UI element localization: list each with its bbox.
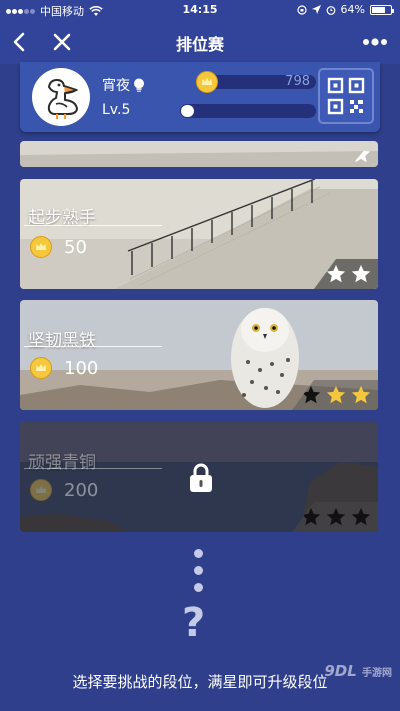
crown-coin-icon (196, 71, 218, 93)
lock-icon (190, 463, 212, 492)
crown-coin-icon (30, 236, 52, 258)
coin-value: 798 (285, 74, 310, 89)
crown-coin-icon (30, 357, 52, 379)
coin-bar: 798 (208, 75, 316, 89)
star-icon (351, 264, 371, 283)
rank-title: 顽强青铜 (28, 453, 96, 473)
star-empty-icon (351, 507, 371, 526)
level-label: Lv.5 (102, 102, 131, 118)
alarm-icon (326, 5, 335, 15)
star-gold-icon (351, 385, 371, 404)
watermark-sub: 手游网 (362, 668, 392, 679)
nav-bar: 排位赛 (0, 20, 400, 64)
location-icon (311, 4, 321, 14)
more-dots-icon (194, 549, 204, 600)
battery-icon (370, 4, 394, 15)
page-title: 排位赛 (175, 35, 224, 54)
qr-code-button[interactable] (318, 68, 374, 124)
rank-points: 50 (64, 237, 87, 258)
rank-card-top[interactable] (20, 141, 378, 167)
battery-percent: 64% (340, 3, 365, 16)
star-empty-icon (326, 507, 346, 526)
lightbulb-icon[interactable] (133, 78, 145, 93)
status-bar: 中国移动 14:15 64% (0, 0, 400, 20)
mystery-rank-icon: ? (182, 600, 206, 646)
rank-points: 100 (64, 358, 99, 379)
rank-points: 200 (64, 480, 99, 501)
qr-code-icon (327, 77, 365, 115)
rank-card-background (20, 141, 378, 167)
coin-balance: 798 (196, 71, 316, 93)
stairs-image (20, 179, 378, 289)
rank-title: 坚韧黑铁 (28, 331, 96, 351)
exp-progress-fill (181, 105, 194, 117)
profile-panel: 宵夜 Lv.5 798 (20, 62, 380, 132)
pelican-icon (47, 79, 78, 119)
title-underline (24, 225, 162, 226)
lock-rotation-icon (296, 4, 307, 15)
watermark: 9DL 手游网 (324, 662, 392, 680)
crown-coin-icon (30, 479, 52, 501)
exp-progress-bar (180, 104, 316, 118)
avatar[interactable] (32, 68, 90, 126)
title-underline (24, 468, 162, 469)
watermark-brand: 9DL (324, 662, 357, 680)
more-icon[interactable] (362, 32, 388, 52)
star-gold-icon (326, 385, 346, 404)
nickname: 宵夜 (102, 75, 145, 95)
rank-card-beginner[interactable]: 起步熟手 50 (20, 179, 378, 289)
rank-card-iron[interactable]: 坚韧黑铁 100 (20, 300, 378, 410)
rank-card-bronze[interactable]: 顽强青铜 200 (20, 422, 378, 532)
nickname-text: 宵夜 (102, 78, 130, 94)
title-underline (24, 346, 162, 347)
